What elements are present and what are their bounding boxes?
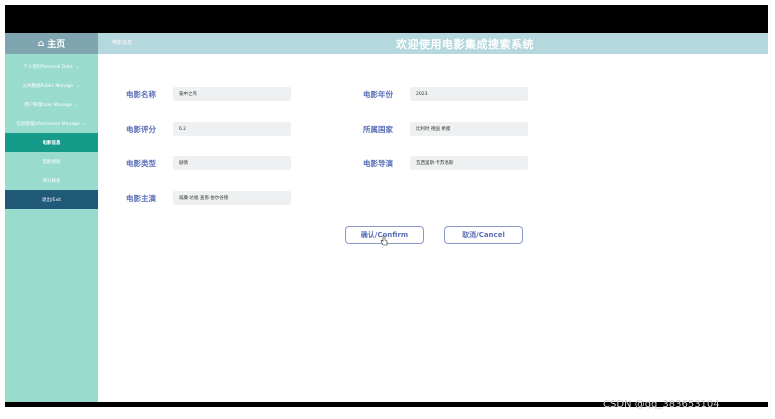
sidebar-item-personal-data[interactable]: 个人资料Personal Data ⌄	[5, 57, 98, 76]
movie-director-field[interactable]: 瓦西里斯·卡苏洛斯	[410, 156, 528, 170]
watermark: CSDN @qq_383653104	[603, 399, 720, 410]
sidebar-item-rating-rank[interactable]: 评分排名	[5, 171, 98, 190]
home-label: 主页	[47, 40, 66, 50]
chevron-down-icon: ⌄	[76, 82, 81, 89]
cancel-button[interactable]: 取消/Cancel	[444, 226, 523, 244]
movie-year-label: 电影年份	[363, 90, 393, 99]
movie-name-field[interactable]: 笼中之鸟	[173, 87, 291, 101]
sidebar-item-movie-search[interactable]: 电影搜索	[5, 152, 98, 171]
chevron-down-icon: ⌄	[75, 63, 80, 70]
movie-director-label: 电影导演	[363, 159, 393, 168]
movie-rating-field[interactable]: 6.2	[173, 122, 291, 136]
movie-country-label: 所属国家	[363, 125, 393, 134]
sidebar: 个人资料Personal Data ⌄ 公共数据Public Manage ⌄ 用户…	[5, 54, 98, 402]
breadcrumb: 电影信息	[112, 40, 133, 46]
sidebar-item-exit[interactable]: 退出/Exit	[5, 190, 98, 209]
home-icon: ⌂	[37, 38, 45, 49]
hand-cursor-icon	[380, 235, 388, 246]
home-button[interactable]: ⌂ 主页	[5, 33, 98, 54]
movie-cast-label: 电影主演	[126, 194, 156, 203]
header-bar: ⌂ 主页 电影信息 欢迎使用电影集成搜索系统	[5, 33, 768, 54]
movie-rating-label: 电影评分	[126, 125, 156, 134]
movie-name-label: 电影名称	[126, 90, 156, 99]
movie-country-field[interactable]: 比利时 德国 希腊	[410, 122, 528, 136]
movie-type-field[interactable]: 剧情	[173, 156, 291, 170]
sidebar-item-public-manage[interactable]: 公共数据Public Manage ⌄	[5, 76, 98, 95]
chevron-down-icon: ⌄	[82, 120, 87, 127]
top-black-bar	[5, 5, 768, 33]
movie-type-label: 电影类型	[126, 159, 156, 168]
page-title: 欢迎使用电影集成搜索系统	[396, 38, 534, 51]
movie-year-field[interactable]: 2023	[410, 87, 528, 101]
movie-cast-field[interactable]: 威廉·达福 查恩·伯尔谷德	[173, 191, 291, 205]
sidebar-item-user-manage[interactable]: 用户管理User Manage ⌄	[5, 95, 98, 114]
chevron-down-icon: ⌄	[74, 101, 79, 108]
sidebar-item-information-manage[interactable]: 信息管理Information Manage ⌄	[5, 114, 98, 133]
sidebar-item-movie-info[interactable]: 电影信息	[5, 133, 98, 152]
